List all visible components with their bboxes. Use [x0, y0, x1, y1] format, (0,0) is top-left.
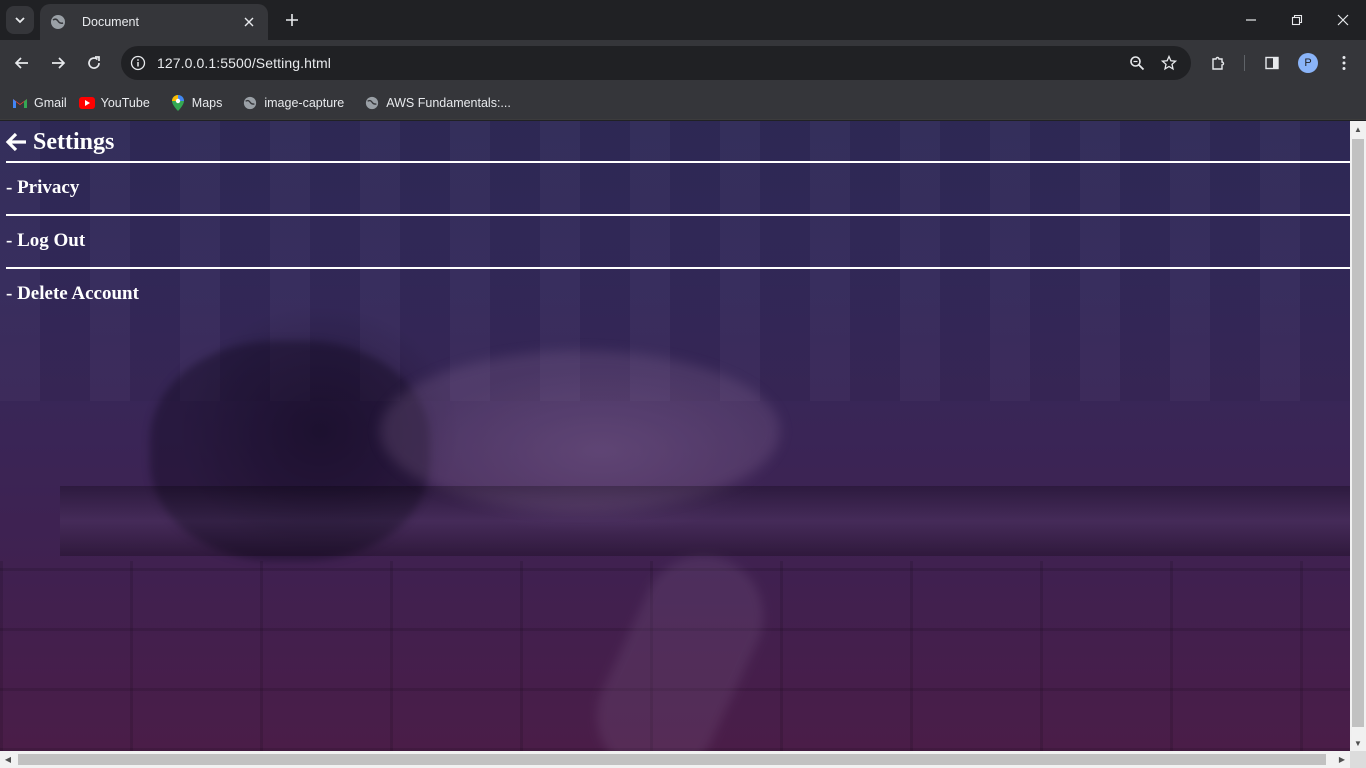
page-title: Settings — [33, 128, 115, 155]
back-button[interactable] — [8, 49, 36, 77]
menu-item-log-out[interactable]: - Log Out — [6, 214, 1350, 267]
bookmark-label: YouTube — [100, 95, 150, 110]
more-vert-icon — [1342, 56, 1346, 70]
globe-icon — [50, 14, 66, 30]
horizontal-scrollbar[interactable]: ◀ ▶ — [0, 751, 1350, 768]
restore-icon — [1291, 14, 1303, 26]
background-ledge — [60, 486, 1350, 556]
close-icon — [1337, 14, 1349, 26]
tab-search-button[interactable] — [6, 6, 34, 34]
bookmark-label: Maps — [191, 95, 223, 110]
scroll-up-icon[interactable]: ▲ — [1350, 121, 1366, 137]
bookmark-aws-fundamentals[interactable]: AWS Fundamentals:... — [364, 89, 519, 117]
plus-icon — [286, 14, 298, 26]
profile-button[interactable]: P — [1294, 49, 1322, 77]
toolbar-divider — [1244, 55, 1245, 71]
bookmark-youtube[interactable]: YouTube — [78, 89, 158, 117]
scroll-right-icon[interactable]: ▶ — [1334, 751, 1350, 768]
gmail-icon — [12, 95, 28, 111]
settings-panel: Settings - Privacy - Log Out - Delete Ac… — [0, 121, 1350, 320]
new-tab-button[interactable] — [280, 8, 304, 32]
bookmark-label: Gmail — [34, 95, 67, 110]
minimize-icon — [1246, 19, 1256, 21]
youtube-icon — [78, 95, 95, 111]
settings-header: Settings — [0, 123, 1350, 161]
browser-tab[interactable]: Document — [40, 4, 268, 40]
scrollbar-corner — [1350, 751, 1366, 768]
restore-button[interactable] — [1274, 0, 1320, 40]
maps-icon — [170, 94, 186, 111]
address-bar[interactable]: 127.0.0.1:5500/Setting.html — [121, 46, 1191, 80]
bookmark-label: image-capture — [264, 95, 345, 110]
globe-icon — [242, 95, 258, 111]
site-info-icon[interactable] — [127, 52, 149, 74]
scroll-left-icon[interactable]: ◀ — [0, 751, 16, 768]
reload-button[interactable] — [80, 49, 108, 77]
back-arrow-icon[interactable] — [5, 131, 27, 153]
side-panel-icon — [1265, 56, 1279, 70]
forward-button[interactable] — [44, 49, 72, 77]
menu-item-privacy[interactable]: - Privacy — [6, 161, 1350, 214]
close-tab-icon[interactable] — [240, 13, 258, 31]
bookmark-star-icon[interactable] — [1155, 49, 1183, 77]
arrow-right-icon — [52, 57, 66, 69]
arrow-left-icon — [14, 57, 28, 69]
zoom-icon[interactable] — [1123, 49, 1151, 77]
chevron-down-icon — [15, 17, 25, 24]
menu-button[interactable] — [1330, 49, 1358, 77]
puzzle-icon — [1212, 56, 1225, 70]
side-panel-button[interactable] — [1258, 49, 1286, 77]
horizontal-scroll-thumb[interactable] — [18, 754, 1326, 765]
close-window-button[interactable] — [1320, 0, 1366, 40]
tab-title: Document — [82, 15, 139, 29]
bookmarks-bar: Gmail YouTube Maps image-capture AWS Fun… — [0, 86, 1366, 120]
browser-toolbar: 127.0.0.1:5500/Setting.html P — [0, 40, 1366, 86]
bookmark-label: AWS Fundamentals:... — [386, 95, 511, 110]
vertical-scroll-thumb[interactable] — [1352, 139, 1364, 727]
scroll-down-icon[interactable]: ▼ — [1350, 735, 1366, 751]
reload-icon — [88, 56, 100, 69]
globe-icon — [364, 95, 380, 111]
bookmark-maps[interactable]: Maps — [170, 89, 231, 117]
url-text[interactable]: 127.0.0.1:5500/Setting.html — [157, 55, 1123, 71]
minimize-button[interactable] — [1228, 0, 1274, 40]
menu-item-delete-account[interactable]: - Delete Account — [6, 267, 1350, 320]
vertical-scrollbar[interactable]: ▲ ▼ — [1350, 121, 1366, 751]
tab-strip: Document — [0, 0, 1366, 40]
page-viewport: Settings - Privacy - Log Out - Delete Ac… — [0, 121, 1350, 751]
bookmark-image-capture[interactable]: image-capture — [242, 89, 352, 117]
avatar: P — [1298, 53, 1318, 73]
bookmark-gmail[interactable]: Gmail — [12, 89, 75, 117]
extensions-button[interactable] — [1204, 49, 1232, 77]
